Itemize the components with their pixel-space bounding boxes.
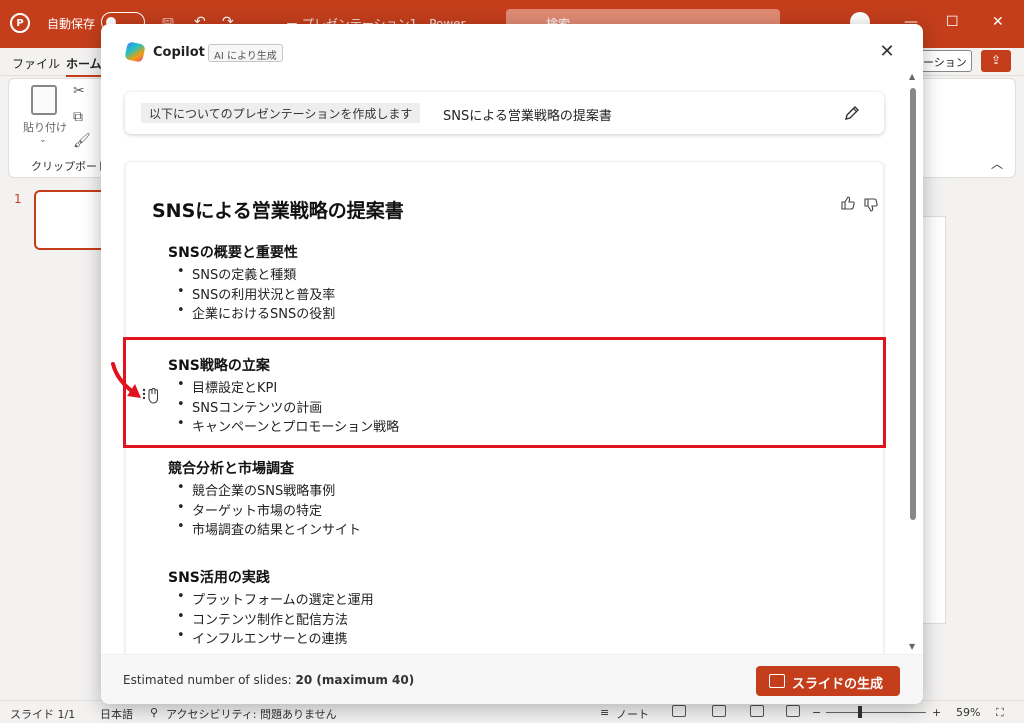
- section-heading: SNS戦略の立案: [168, 358, 270, 374]
- dialog-footer: Estimated number of slides: 20 (maximum …: [101, 654, 923, 704]
- outline-title: SNSによる営業戦略の提案書: [152, 200, 404, 222]
- section-items: 目標設定とKPI SNSコンテンツの計画 キャンペーンとプロモーション戦略: [168, 377, 868, 436]
- autosave-label: 自動保存: [47, 17, 96, 31]
- thumbs-up-icon[interactable]: [840, 195, 856, 211]
- scrollbar[interactable]: ▲ ▼: [907, 72, 919, 652]
- accessibility-icon: ⚲: [150, 706, 159, 719]
- section-item: プラットフォームの選定と運用: [168, 589, 868, 609]
- dialog-header: Copilot AI により生成 ✕: [101, 24, 923, 80]
- window-close-button[interactable]: ✕: [992, 14, 1004, 30]
- notes-icon: ≡: [600, 706, 610, 719]
- paste-caret-icon[interactable]: ⌄: [39, 135, 47, 145]
- section-item: ターゲット市場の特定: [168, 500, 868, 520]
- copy-icon[interactable]: ⧉: [73, 109, 83, 125]
- section-items: 競合企業のSNS戦略事例 ターゲット市場の特定 市場調査の結果とインサイト: [168, 480, 868, 539]
- section-item: コンテンツ制作と配信方法: [168, 609, 868, 629]
- outline-card: SNSによる営業戦略の提案書 SNSの概要と重要性 SNSの定義と種類 SNSの…: [125, 161, 884, 661]
- zoom-out-icon[interactable]: −: [812, 706, 821, 719]
- cut-icon[interactable]: ✂: [73, 83, 85, 99]
- copilot-dialog: Copilot AI により生成 ✕ 以下についてのプレゼンテーションを作成しま…: [101, 24, 923, 704]
- section-item: 企業におけるSNSの役割: [168, 303, 868, 323]
- zoom-slider[interactable]: [826, 712, 926, 713]
- outline-section[interactable]: SNS活用の実践 プラットフォームの選定と運用 コンテンツ制作と配信方法 インフ…: [168, 567, 868, 648]
- ai-generated-badge: AI により生成: [208, 44, 283, 62]
- slideshow-icon[interactable]: [786, 705, 800, 717]
- generate-button-label: スライドの生成: [792, 677, 884, 692]
- section-heading: 競合分析と市場調査: [168, 461, 294, 477]
- tab-home[interactable]: ホーム: [66, 55, 102, 77]
- prompt-text: SNSによる営業戦略の提案書: [443, 109, 612, 124]
- scroll-up-icon[interactable]: ▲: [909, 72, 915, 81]
- powerpoint-icon: P: [10, 13, 30, 33]
- maximize-button[interactable]: ☐: [946, 14, 959, 30]
- estimated-slide-count: 20: [295, 673, 313, 687]
- paste-label: 貼り付け: [23, 121, 67, 134]
- zoom-in-icon[interactable]: +: [932, 706, 941, 719]
- section-item: SNSコンテンツの計画: [168, 397, 868, 417]
- slide-thumbnail[interactable]: [34, 190, 106, 250]
- zoom-level[interactable]: 59%: [956, 706, 980, 719]
- slide-canvas[interactable]: [920, 216, 946, 624]
- prompt-prefix-tag: 以下についてのプレゼンテーションを作成します: [141, 103, 421, 123]
- section-item: SNSの利用状況と普及率: [168, 284, 868, 304]
- scroll-down-icon[interactable]: ▼: [909, 642, 915, 651]
- generate-slides-button[interactable]: スライドの生成: [756, 666, 900, 696]
- notes-button[interactable]: ノート: [616, 706, 649, 722]
- outline-section[interactable]: SNSの概要と重要性 SNSの定義と種類 SNSの利用状況と普及率 企業における…: [168, 242, 868, 323]
- slide-sorter-icon[interactable]: [712, 705, 726, 717]
- outline-section[interactable]: 競合分析と市場調査 競合企業のSNS戦略事例 ターゲット市場の特定 市場調査の結…: [168, 458, 868, 539]
- section-item: インフルエンサーとの連携: [168, 628, 868, 648]
- language-indicator[interactable]: 日本語: [100, 706, 133, 722]
- scrollbar-thumb[interactable]: [910, 88, 916, 520]
- section-items: SNSの定義と種類 SNSの利用状況と普及率 企業におけるSNSの役割: [168, 264, 868, 323]
- section-item: キャンペーンとプロモーション戦略: [168, 416, 868, 436]
- section-item: SNSの定義と種類: [168, 264, 868, 284]
- section-items: プラットフォームの選定と運用 コンテンツ制作と配信方法 インフルエンサーとの連携: [168, 589, 868, 648]
- slide-count: スライド 1/1: [10, 708, 76, 721]
- section-item: 市場調査の結果とインサイト: [168, 519, 868, 539]
- slide-sparkle-icon: [769, 674, 785, 688]
- edit-pencil-icon[interactable]: [843, 104, 861, 122]
- section-item: 目標設定とKPI: [168, 377, 868, 397]
- format-painter-icon[interactable]: 🖌: [73, 133, 91, 149]
- zoom-slider-thumb[interactable]: [858, 706, 862, 718]
- estimated-slides-text: Estimated number of slides: 20 (maximum …: [123, 673, 415, 687]
- prompt-box: 以下についてのプレゼンテーションを作成します SNSによる営業戦略の提案書: [125, 92, 884, 134]
- accessibility-status[interactable]: アクセシビリティ: 問題ありません: [166, 706, 337, 722]
- drag-hand-icon[interactable]: [141, 385, 163, 405]
- section-item: 競合企業のSNS戦略事例: [168, 480, 868, 500]
- thumbs-down-icon[interactable]: [863, 197, 879, 213]
- fit-slide-icon[interactable]: ⛶: [996, 706, 1004, 720]
- normal-view-icon[interactable]: [672, 705, 686, 717]
- share-button[interactable]: ⇪: [981, 50, 1011, 72]
- tab-file[interactable]: ファイル: [12, 55, 60, 72]
- slide-number: 1: [14, 192, 22, 206]
- dialog-title: Copilot: [153, 45, 205, 60]
- close-button[interactable]: ✕: [875, 40, 899, 64]
- present-button[interactable]: ーション: [916, 50, 972, 72]
- copilot-logo-icon: [124, 41, 146, 63]
- section-heading: SNSの概要と重要性: [168, 245, 298, 261]
- section-heading: SNS活用の実践: [168, 570, 270, 586]
- outline-section-highlighted[interactable]: SNS戦略の立案 目標設定とKPI SNSコンテンツの計画 キャンペーンとプロモ…: [168, 355, 868, 436]
- reading-view-icon[interactable]: [750, 705, 764, 717]
- clipboard-group-label: クリップボード: [31, 160, 108, 173]
- collapse-ribbon-icon[interactable]: ︿: [991, 155, 1003, 172]
- paste-icon[interactable]: [31, 85, 57, 115]
